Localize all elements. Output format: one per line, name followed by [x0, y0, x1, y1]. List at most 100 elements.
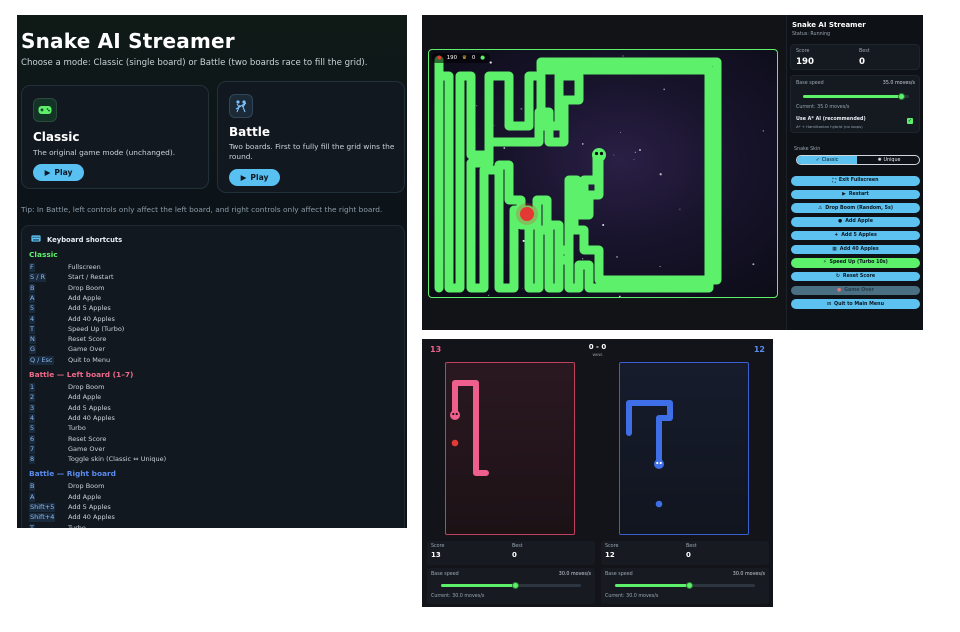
snake-head-icon: ● — [480, 55, 486, 61]
sparkle-icon: ✺ — [877, 157, 882, 163]
astar-label: Use A* AI (recommended) — [796, 117, 866, 122]
shortcut-key: B — [29, 482, 36, 492]
shortcut-key: 3 — [29, 403, 36, 413]
reset-score-button[interactable]: ↻ Reset Score — [791, 271, 920, 282]
play-icon: ▶ — [842, 191, 846, 197]
left-board — [445, 362, 575, 535]
classic-mode-card[interactable]: Classic The original game mode (unchange… — [21, 85, 209, 189]
exit-fullscreen-button[interactable]: ⛶ Exit Fullscreen — [791, 176, 920, 186]
quit-to-main-menu-button[interactable]: ⊡ Quit to Main Menu — [791, 299, 920, 309]
star — [520, 107, 523, 110]
shortcut-row: 5 Add 5 Apples — [29, 304, 329, 314]
shortcut-key: N — [29, 335, 36, 345]
shortcut-key: Shift+5 — [29, 503, 56, 512]
right-best-value: 0 — [686, 551, 691, 559]
shortcut-action: Add Apple — [68, 293, 102, 302]
battle-play-button[interactable]: ▶ Play — [229, 169, 280, 186]
shortcut-key: 1 — [29, 383, 36, 392]
astar-checkbox[interactable]: ✓ — [907, 118, 913, 124]
best-value: 0 — [859, 57, 865, 67]
snake-body — [434, 55, 722, 293]
drop-boom-random-5s-button[interactable]: ⚠ Drop Boom (Random, 5s) — [791, 203, 920, 213]
game-over-button[interactable]: ● Game Over — [791, 285, 920, 296]
shortcut-section-title: Battle — Right board — [29, 469, 116, 479]
add-apple-button[interactable]: ● Add Apple — [791, 217, 920, 227]
shortcut-action: Add 40 Apples — [68, 314, 115, 323]
shortcut-key: 8 — [29, 455, 36, 465]
left-speed-slider[interactable] — [441, 581, 581, 589]
star — [522, 287, 523, 289]
shortcut-row: T Turbo — [29, 523, 329, 528]
current-speed: Current: 35.0 moves/s — [796, 105, 850, 110]
left-speed-box: Base speed 30.0 moves/s Current: 30.0 mo… — [427, 568, 595, 604]
speed-value: 35.0 moves/s — [882, 81, 915, 86]
fullscreen-icon: ⛶ — [832, 178, 836, 184]
shortcut-key: 6 — [29, 434, 36, 444]
shortcut-row: Shift+4 Add 40 Apples — [29, 513, 329, 523]
shortcut-key: 7 — [29, 444, 36, 454]
add-5-apples-button[interactable]: + Add 5 Apples — [791, 230, 920, 241]
fencing-icon — [229, 94, 253, 118]
shortcut-action: Drop Boom — [68, 383, 105, 391]
star — [487, 294, 490, 297]
astar-sub: A* + Hamiltonian hybrid (no loops) — [796, 124, 863, 129]
right-score-value: 12 — [605, 551, 615, 559]
star — [634, 151, 636, 153]
slider-thumb[interactable] — [898, 92, 906, 100]
shortcut-action: Add Apple — [68, 492, 102, 501]
add-40-apples-button[interactable]: ▦ Add 40 Apples — [791, 244, 920, 254]
shortcut-row: B Drop Boom — [29, 482, 329, 492]
star — [659, 265, 661, 268]
star — [503, 147, 506, 149]
hud-trophy-value: 0 — [471, 55, 476, 61]
bolt-icon: ⚡ — [823, 260, 827, 266]
grid-icon: ▦ — [832, 246, 837, 252]
shortcut-key: 4 — [29, 314, 36, 324]
shortcut-row: S / R Start / Restart — [29, 273, 329, 283]
shortcut-row: A Add Apple — [29, 492, 329, 503]
right-speed-slider[interactable] — [615, 581, 755, 589]
classic-mode-desc: The original game mode (unchanged). — [33, 148, 176, 157]
shortcut-action: Add Apple — [68, 393, 102, 402]
star — [581, 258, 584, 260]
shortcut-row: 1 Drop Boom — [29, 383, 329, 393]
status-text: Status: Running — [792, 32, 831, 37]
base-speed-slider[interactable] — [803, 92, 909, 100]
shortcut-row: G Game Over — [29, 345, 329, 355]
skin-box: Snake Skin ✓ Classic ✺ Unique — [790, 141, 920, 171]
shortcut-key: B — [29, 283, 36, 293]
shortcut-action: Add 5 Apples — [68, 403, 111, 412]
shortcut-action: Drop Boom — [68, 283, 105, 292]
skin-toggle[interactable]: ✓ Classic ✺ Unique — [796, 155, 920, 165]
shortcut-action: Add 5 Apples — [68, 304, 111, 313]
trophy-icon: ♛ — [462, 55, 467, 61]
battle-mode-card[interactable]: Battle Two boards. First to fully fill t… — [217, 81, 405, 193]
shortcut-action: Add 40 Apples — [68, 413, 115, 422]
restart-button[interactable]: ▶ Restart — [791, 189, 920, 200]
star — [762, 130, 764, 132]
shortcut-row: Q / Esc Quit to Menu — [29, 355, 329, 366]
apple-icon — [451, 439, 459, 447]
gamepad-icon — [33, 98, 57, 122]
left-score-value: 13 — [431, 551, 441, 559]
speed-up-turbo-10s-button[interactable]: ⚡ Speed Up (Turbo 10s) — [791, 258, 920, 268]
shortcut-action: Start / Restart — [68, 273, 114, 282]
shortcut-key: T — [29, 324, 35, 334]
skin-unique-option[interactable]: ✺ Unique — [857, 156, 919, 164]
skin-classic-option[interactable]: ✓ Classic — [797, 156, 857, 164]
shortcut-action: Game Over — [68, 444, 106, 453]
shortcut-action: Turbo — [68, 424, 86, 433]
shortcut-key: 4 — [29, 413, 36, 423]
keyboard-shortcuts-panel[interactable]: Keyboard shortcuts Classic F Fullscreen S /… — [21, 225, 405, 528]
star — [475, 104, 478, 107]
slider-thumb[interactable] — [511, 581, 519, 589]
reset-icon: ↻ — [835, 274, 840, 280]
shortcut-section-title: Classic — [29, 250, 58, 259]
slider-thumb[interactable] — [685, 581, 693, 589]
classic-play-button[interactable]: ▶ Play — [33, 164, 84, 181]
apple-icon — [516, 203, 538, 225]
right-board-canvas — [626, 400, 673, 508]
star — [522, 239, 525, 242]
star — [620, 131, 621, 133]
shortcut-action: Speed Up (Turbo) — [68, 324, 125, 333]
